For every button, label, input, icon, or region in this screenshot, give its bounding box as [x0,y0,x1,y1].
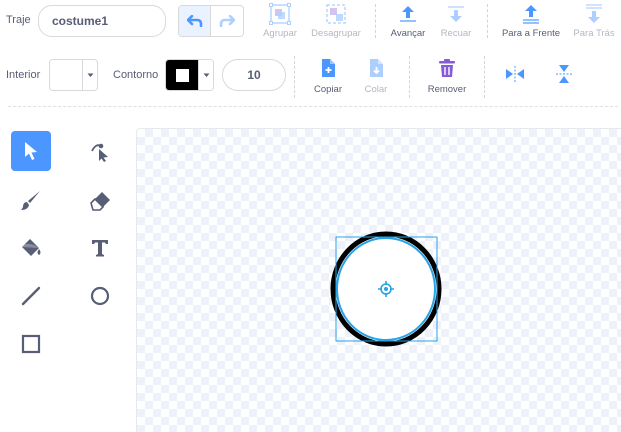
forward-label: Avançar [390,28,426,39]
toolbar-divider [484,56,485,98]
to-front-button[interactable]: Para a Frente [498,3,564,39]
forward-icon [400,6,416,22]
flip-vertical-button[interactable] [552,62,576,86]
brush-tool[interactable] [11,180,51,220]
to-back-button[interactable]: Para Trás [568,3,620,39]
group-icon [269,3,291,25]
delete-label: Remover [427,84,467,95]
trash-icon [439,59,455,77]
fill-tool[interactable] [11,228,51,268]
paste-icon [370,59,383,77]
copy-button[interactable]: Copiar [308,58,348,95]
flip-vertical-icon [556,65,572,83]
to-back-label: Para Trás [573,28,615,39]
outline-color-picker[interactable] [165,59,214,91]
ungroup-icon [326,4,346,24]
rectangle-icon [21,334,41,354]
to-back-icon [586,4,602,23]
fill-color-picker[interactable] [49,59,98,91]
redo-button[interactable] [211,6,243,36]
backward-icon [448,6,464,22]
toolbar-divider [487,4,488,38]
group-label: Agrupar [263,28,297,39]
delete-button[interactable]: Remover [424,58,470,95]
outline-width-input[interactable] [222,59,286,91]
toolbar-divider [409,56,410,98]
eraser-icon [90,192,110,211]
ungroup-label: Desagrupar [311,28,361,39]
to-front-icon [523,5,539,24]
fill-label: Interior [6,69,41,81]
paint-canvas[interactable] [136,128,621,432]
reshape-tool[interactable] [80,131,120,171]
copy-icon [322,59,335,77]
undo-icon [186,15,202,27]
paste-button[interactable]: Colar [358,58,394,95]
eraser-tool[interactable] [80,180,120,220]
group-button[interactable]: Agrupar [258,3,302,39]
brush-icon [21,191,40,210]
forward-button[interactable]: Avançar [386,3,430,39]
paint-bucket-icon [22,239,41,256]
to-front-label: Para a Frente [501,28,561,39]
line-tool[interactable] [11,276,51,316]
flip-horizontal-button[interactable] [503,63,527,85]
ungroup-button[interactable]: Desagrupar [308,3,364,39]
copy-label: Copiar [314,84,342,95]
line-icon [21,286,41,306]
backward-button[interactable]: Recuar [436,3,476,39]
select-tool[interactable] [11,131,51,171]
costume-name-input[interactable] [38,5,166,37]
chevron-down-icon [199,60,213,90]
costume-label: Traje [6,14,31,26]
paste-label: Colar [364,84,388,95]
toolbar-divider [294,56,295,98]
reshape-icon [91,143,108,162]
redo-icon [219,15,235,27]
undo-button[interactable] [179,6,212,36]
text-icon [92,240,108,257]
circle-icon [90,286,110,306]
chevron-down-icon [83,60,97,90]
backward-label: Recuar [440,28,472,39]
arrow-select-icon [25,142,37,160]
toolbar-divider [375,4,376,38]
outline-color-swatch [166,60,199,90]
toolbar-divider [8,106,618,107]
flip-horizontal-icon [506,66,524,82]
canvas-drawing [330,231,442,347]
rectangle-tool[interactable] [11,324,51,364]
undo-redo-group [178,5,244,37]
outline-label: Contorno [113,69,159,81]
fill-color-swatch [50,60,83,90]
circle-tool[interactable] [80,276,120,316]
text-tool[interactable] [80,228,120,268]
